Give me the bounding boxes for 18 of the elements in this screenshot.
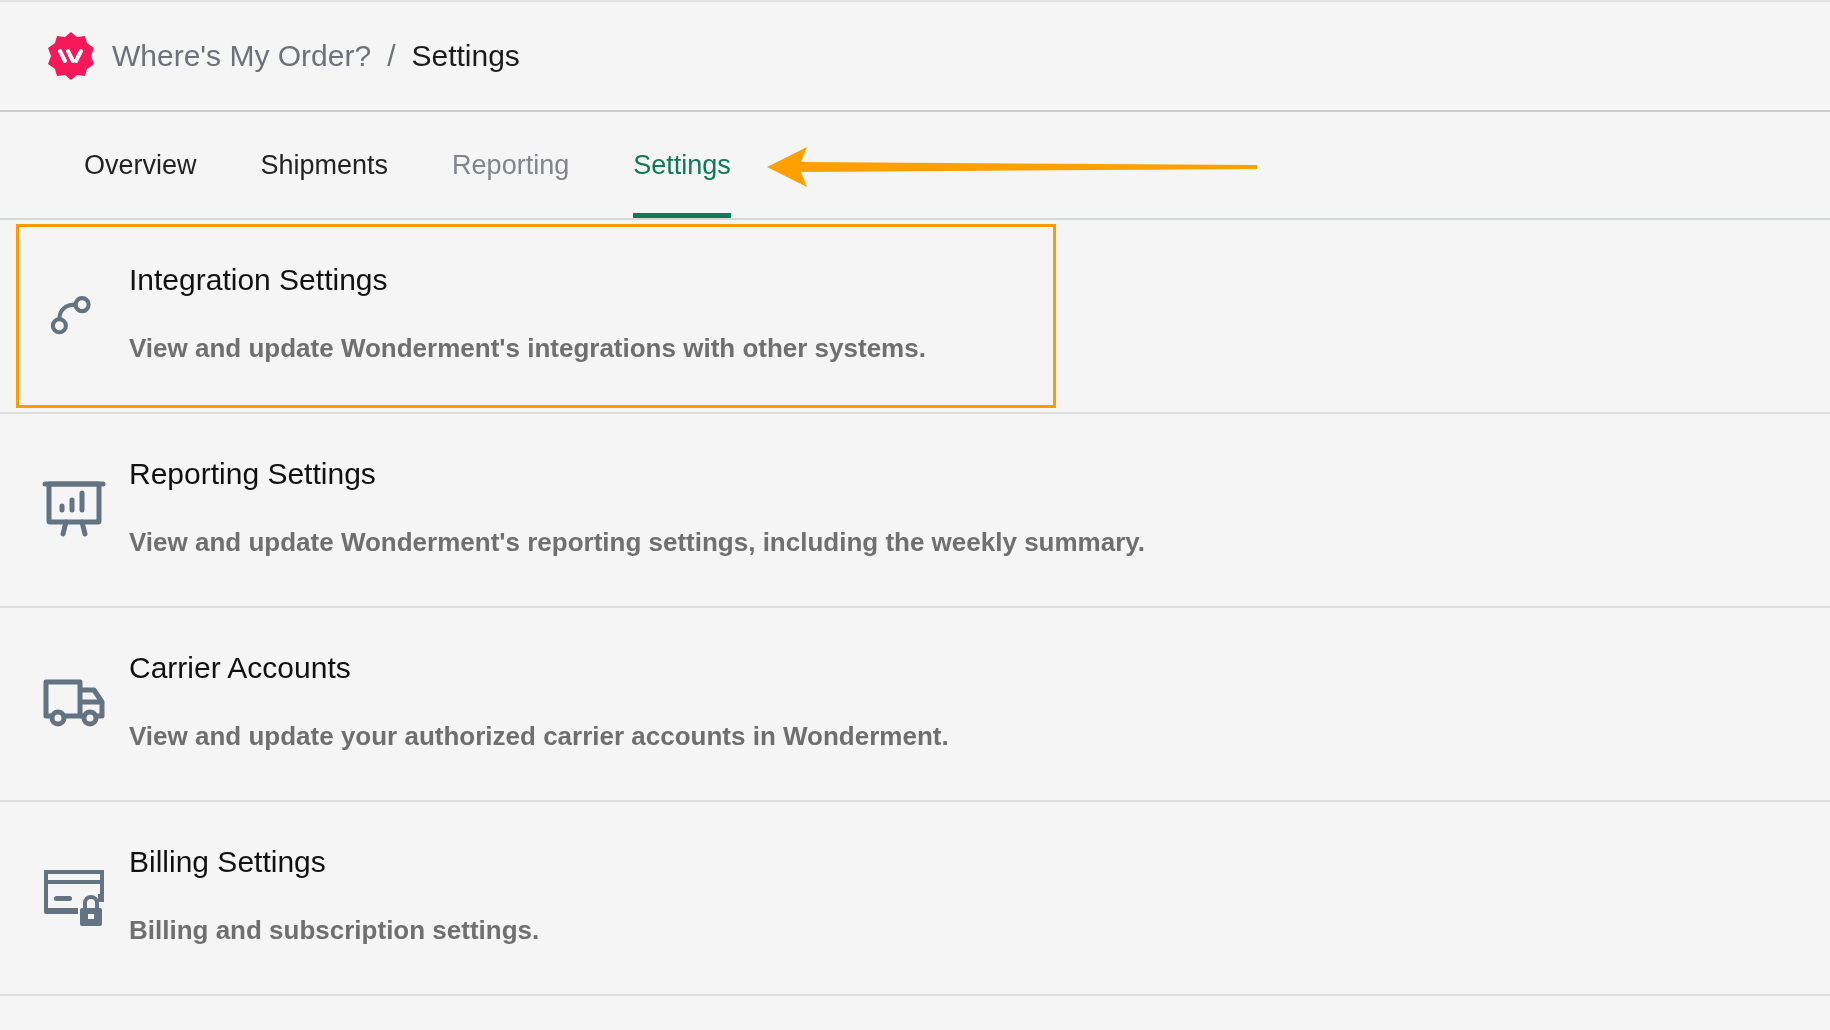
settings-description: Billing and subscription settings. <box>129 914 540 946</box>
breadcrumb-separator: / <box>387 39 396 73</box>
settings-title[interactable]: Reporting Settings <box>129 456 1146 491</box>
settings-item[interactable]: Billing Settings Billing and subscription settings. <box>16 806 1814 990</box>
settings-description: View and update Wonderment's integrations with other systems. <box>129 332 926 364</box>
breadcrumb-link[interactable]: Where's My Order? <box>112 39 372 73</box>
settings-title[interactable]: Billing Settings <box>129 844 540 879</box>
settings-description: View and update Wonderment's reporting settings, including the weekly summary. <box>129 526 1146 558</box>
settings-item[interactable]: Reporting Settings View and update Wonderment's reporting settings, including the weekly summary. <box>16 418 1814 602</box>
nav-tab[interactable]: Overview <box>84 112 197 218</box>
page-title: Settings <box>411 39 520 73</box>
settings-item[interactable]: Carrier Accounts View and update your authorized carrier accounts in Wonderment. <box>16 612 1814 796</box>
logo-icon <box>46 31 96 81</box>
nav-tab[interactable]: Shipments <box>260 112 389 218</box>
settings-title[interactable]: Integration Settings <box>129 262 926 297</box>
nav-tab[interactable]: Settings <box>633 112 731 218</box>
settings-description: View and update your authorized carrier accounts in Wonderment. <box>129 720 949 752</box>
settings-title[interactable]: Carrier Accounts <box>129 650 949 685</box>
